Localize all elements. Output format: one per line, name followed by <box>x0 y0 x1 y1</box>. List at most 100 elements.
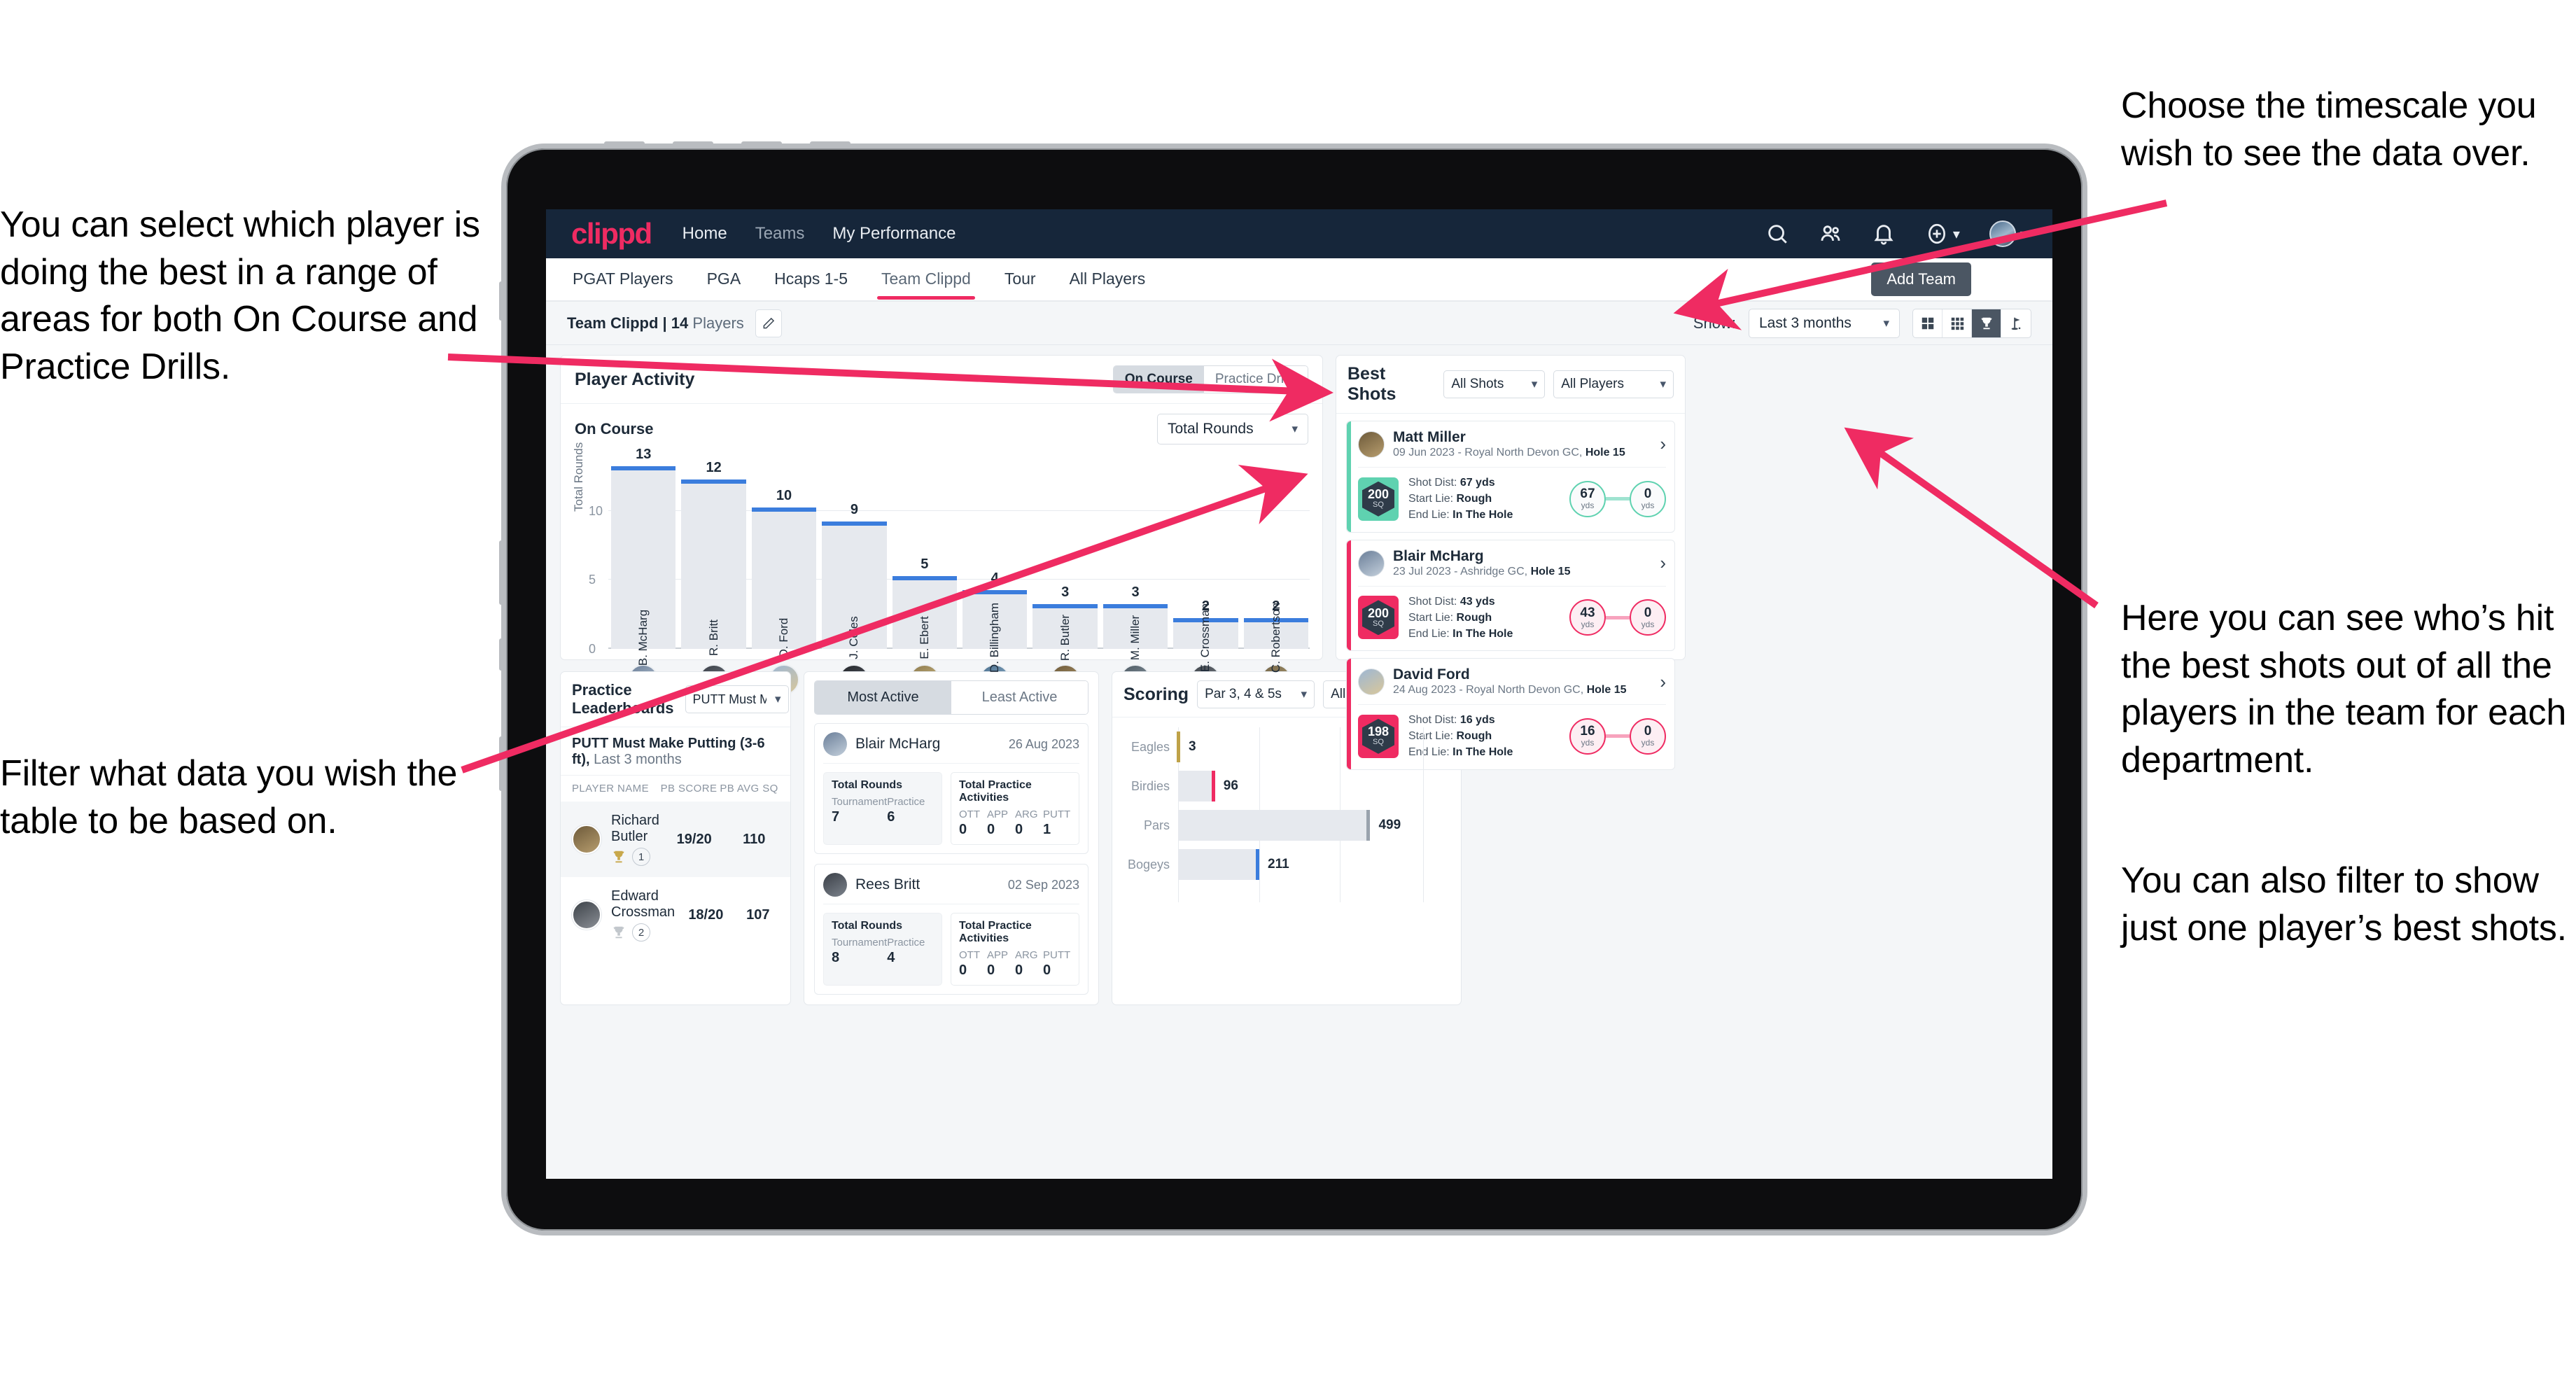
scoring-row[interactable]: Birdies 96 <box>1122 766 1451 806</box>
bar-column[interactable]: 4 D. Billingham <box>962 456 1028 673</box>
bar: R. Butler <box>1032 603 1098 661</box>
bar-column[interactable]: 3 R. Butler <box>1032 456 1098 661</box>
activity-tabs: Most Active Least Active <box>814 680 1088 715</box>
scoring-bar: 499 <box>1178 810 1401 841</box>
annotation-right-bottom: You can also filter to show just one pla… <box>2121 860 2567 948</box>
clippd-logo[interactable]: clippd <box>571 217 652 251</box>
practice-col-value: 0 <box>987 822 995 837</box>
bar-column[interactable]: 2 E. Crossman <box>1173 456 1238 672</box>
scoring-value: 499 <box>1378 818 1401 832</box>
leaderboard-subtitle: PUTT Must Make Putting (3-6 ft), Last 3 … <box>561 727 790 776</box>
avatar <box>1358 668 1385 696</box>
edit-team-button[interactable] <box>755 309 782 337</box>
activity-player-card[interactable]: Blair McHarg 26 Aug 2023 Total Rounds To… <box>814 723 1088 854</box>
drill-select-value: PUTT Must Make Putting ... <box>692 692 766 706</box>
tab-all-players[interactable]: All Players <box>1068 260 1147 300</box>
practice-col-label: APP <box>987 949 1009 961</box>
bar-column[interactable]: 5 E. Ebert <box>892 456 958 659</box>
chevron-down-icon: ▾ <box>1660 377 1666 391</box>
search-icon[interactable] <box>1765 222 1789 246</box>
nav-link-home[interactable]: Home <box>682 224 727 244</box>
scoring-title: Scoring <box>1124 684 1189 704</box>
shot-type-value: All Shots <box>1451 377 1504 391</box>
tab-most-active[interactable]: Most Active <box>815 681 951 714</box>
bell-icon[interactable] <box>1872 222 1896 246</box>
bar-cap <box>681 479 746 484</box>
chevron-right-icon[interactable]: › <box>1660 552 1666 574</box>
tab-pga[interactable]: PGA <box>706 260 743 300</box>
chevron-right-icon[interactable]: › <box>1660 671 1666 693</box>
avatar <box>823 873 847 897</box>
bar-category-label: M. Miller <box>1128 615 1142 661</box>
timescale-select[interactable]: Last 3 months ▾ <box>1749 308 1900 338</box>
view-grid-2x2-button[interactable] <box>1913 309 1942 337</box>
nav-link-teams[interactable]: Teams <box>755 224 805 244</box>
scoring-row[interactable]: Bogeys 211 <box>1122 845 1451 884</box>
scoring-row[interactable]: Pars 499 <box>1122 806 1451 845</box>
team-label: Team Clippd | 14 Players <box>567 314 744 332</box>
plus-circle-menu[interactable]: ▾ <box>1925 222 1960 246</box>
bar-value: 3 <box>1061 584 1070 600</box>
best-shot-card[interactable]: Blair McHarg 23 Jul 2023 - Ashridge GC, … <box>1346 539 1675 652</box>
bar-cap <box>611 465 676 470</box>
y-axis-label: Total Rounds <box>572 442 585 512</box>
table-row[interactable]: Edward Crossman 2 18/20 107 <box>561 877 790 953</box>
scoring-row[interactable]: Eagles 3 <box>1122 727 1451 766</box>
leaderboard-player-name: Edward Crossman <box>611 888 676 920</box>
shot-distance-diagram: 43 yds 0 yds <box>1569 599 1666 636</box>
bar-column[interactable]: 13 B. McHarg <box>611 447 676 666</box>
chevron-right-icon[interactable]: › <box>1660 433 1666 455</box>
team-separator: | <box>662 314 667 332</box>
avatar <box>1358 550 1385 577</box>
shot-quality-value: 200 <box>1367 606 1390 620</box>
scoring-value: 96 <box>1223 778 1238 793</box>
view-trophy-button[interactable] <box>1972 309 2001 337</box>
activity-player-card[interactable]: Rees Britt 02 Sep 2023 Total Rounds Tour… <box>814 864 1088 995</box>
activity-date: 02 Sep 2023 <box>1007 877 1079 892</box>
metric-select-value: Total Rounds <box>1168 421 1254 437</box>
view-golf-flag-button[interactable] <box>2001 309 2031 337</box>
toggle-practice-drills[interactable]: Practice Drills <box>1203 366 1308 393</box>
leaderboard-period: Last 3 months <box>594 752 682 767</box>
tab-pgat-players[interactable]: PGAT Players <box>571 260 675 300</box>
rounds-col-label: Practice <box>887 937 925 948</box>
tab-team-clippd[interactable]: Team Clippd <box>877 260 975 300</box>
metric-select[interactable]: Total Rounds ▾ <box>1157 414 1308 444</box>
tab-least-active[interactable]: Least Active <box>951 681 1088 714</box>
column-pb-avg-sq: PB AVG SQ <box>720 783 778 794</box>
shot-type-select[interactable]: All Shots ▾ <box>1443 370 1546 398</box>
distance-connector <box>1606 734 1630 738</box>
total-practice-title: Total Practice Activities <box>959 920 1032 944</box>
practice-col-value: 0 <box>987 962 995 978</box>
best-shot-card[interactable]: Matt Miller 09 Jun 2023 - Royal North De… <box>1346 421 1675 533</box>
bar-column[interactable]: 10 D. Ford <box>751 456 817 657</box>
user-menu[interactable]: ▾ <box>1989 220 2027 247</box>
pb-score-value: 18/20 <box>688 906 724 923</box>
table-row[interactable]: Richard Butler 1 19/20 110 <box>561 802 790 877</box>
drill-select[interactable]: PUTT Must Make Putting ... ▾ <box>685 685 789 713</box>
shot-distance-line: Shot Dist: 67 yds <box>1408 476 1495 489</box>
tab-hcaps-1-5[interactable]: Hcaps 1-5 <box>773 260 849 300</box>
practice-col-label: PUTT <box>1043 808 1071 820</box>
tab-tour[interactable]: Tour <box>1003 260 1037 300</box>
bar-column[interactable]: 2 C. Robertson <box>1243 456 1309 673</box>
nav-link-my-performance[interactable]: My Performance <box>832 224 955 244</box>
pb-score-value: 19/20 <box>676 831 712 847</box>
practice-col-label: PUTT <box>1043 949 1071 961</box>
toggle-on-course[interactable]: On Course <box>1113 366 1204 393</box>
best-shots-player-select[interactable]: All Players ▾ <box>1553 370 1674 398</box>
scoring-bar-cap <box>1211 771 1215 802</box>
rounds-col-label: Tournament <box>832 937 888 948</box>
bar-column[interactable]: 12 R. Britt <box>681 456 746 656</box>
shot-quality-unit: SQ <box>1373 619 1384 628</box>
bar-column[interactable]: 3 M. Miller <box>1102 456 1168 660</box>
practice-col-value: 1 <box>1043 822 1051 837</box>
bar-value: 5 <box>920 556 929 573</box>
total-rounds-title: Total Rounds <box>832 920 903 932</box>
people-icon[interactable] <box>1819 222 1842 246</box>
par-select[interactable]: Par 3, 4 & 5s ▾ <box>1197 680 1315 708</box>
bar-column[interactable]: 9 J. Coles <box>822 456 887 659</box>
shot-end-distance: 0 yds <box>1630 599 1666 636</box>
view-grid-3x3-button[interactable] <box>1942 309 1972 337</box>
avatar <box>1989 220 2016 247</box>
